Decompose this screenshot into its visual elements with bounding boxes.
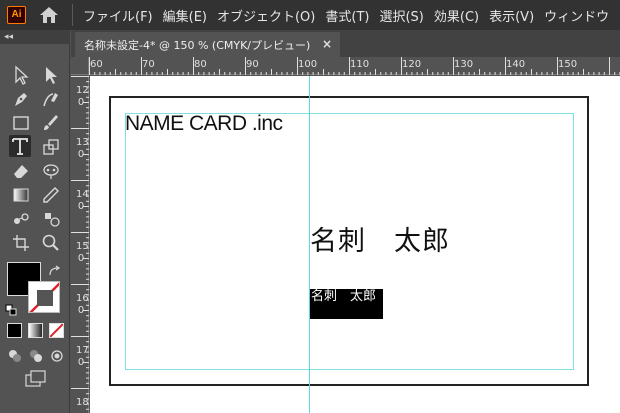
horizontal-ruler[interactable]: 60 70 80 90 100 110 120 130 140 150 (89, 57, 620, 75)
default-colors-icon[interactable] (5, 301, 17, 316)
ruler-label: 16 0 (76, 293, 89, 316)
document-tab[interactable]: 名称未設定-4* @ 150 % (CMYK/プレビュー) × (75, 32, 340, 57)
ruler-label: 12 0 (76, 85, 89, 108)
gradient-mode-button[interactable] (28, 323, 43, 338)
curvature-tool-icon[interactable] (40, 88, 62, 110)
ruler-origin[interactable] (71, 57, 89, 75)
ruler-label: 14 0 (76, 189, 89, 212)
type-tool-icon[interactable] (9, 135, 31, 157)
vertical-ruler[interactable]: 12 0 13 0 14 0 15 0 16 0 17 0 18 (71, 75, 89, 413)
ruler-label: 60 (90, 59, 103, 70)
tools-panel: ◂◂ (0, 30, 70, 413)
scale-tool-icon[interactable] (40, 136, 62, 158)
app-logo: Ai (7, 6, 26, 24)
ruler-label: 80 (194, 59, 207, 70)
draw-normal-icon[interactable] (7, 348, 23, 364)
document-tab-title: 名称未設定-4* @ 150 % (CMYK/プレビュー) (84, 38, 311, 52)
puppet-warp-tool-icon[interactable] (40, 160, 62, 182)
illustrator-window: Ai ファイル(F) 編集(E) オブジェクト(O) 書式(T) 選択(S) 効… (0, 0, 620, 413)
eraser-tool-icon[interactable] (10, 160, 32, 182)
selection-tool-icon[interactable] (10, 64, 32, 86)
direct-selection-tool-icon[interactable] (40, 64, 62, 86)
paintbrush-tool-icon[interactable] (40, 112, 62, 134)
name-small-text[interactable]: 名刺 太郎 (310, 289, 383, 319)
ruler-label: 17 0 (76, 345, 89, 368)
none-mode-button[interactable] (49, 323, 64, 338)
color-mode-button[interactable] (7, 323, 22, 338)
gradient-tool-icon[interactable] (10, 184, 32, 206)
menu-edit[interactable]: 編集(E) (163, 6, 207, 25)
menu-bar: Ai ファイル(F) 編集(E) オブジェクト(O) 書式(T) 選択(S) 効… (0, 0, 620, 30)
canvas[interactable]: NAME CARD .inc 名刺 太郎 名刺 太郎 (90, 76, 620, 413)
close-icon[interactable]: × (322, 37, 332, 51)
ruler-label: 70 (142, 59, 155, 70)
ruler-label: 18 (76, 397, 89, 408)
ruler-label: 15 0 (76, 241, 89, 264)
menu-items: ファイル(F) 編集(E) オブジェクト(O) 書式(T) 選択(S) 効果(C… (78, 0, 614, 30)
ruler-label: 140 (506, 59, 526, 70)
menu-window[interactable]: ウィンドウ (544, 6, 609, 25)
name-large-text[interactable]: 名刺 太郎 (310, 219, 450, 258)
screen-mode-icon[interactable] (25, 370, 47, 388)
ruler-label: 100 (298, 59, 318, 70)
menu-effect[interactable]: 効果(C) (434, 6, 479, 25)
artboard-tool-icon[interactable] (10, 232, 32, 254)
symbol-sprayer-tool-icon[interactable] (40, 208, 62, 230)
document-tab-bar: 名称未設定-4* @ 150 % (CMYK/プレビュー) × (71, 30, 620, 57)
ruler-label: 130 (454, 59, 474, 70)
ruler-label: 120 (402, 59, 422, 70)
stroke-swatch[interactable] (28, 281, 60, 313)
ruler-label: 13 0 (76, 137, 89, 160)
menu-select[interactable]: 選択(S) (379, 6, 423, 25)
draw-behind-icon[interactable] (28, 348, 44, 364)
blend-tool-icon[interactable] (10, 208, 32, 230)
pen-tool-icon[interactable] (10, 88, 32, 110)
eyedropper-tool-icon[interactable] (40, 184, 62, 206)
menu-object[interactable]: オブジェクト(O) (217, 6, 315, 25)
company-name-text[interactable]: NAME CARD .inc (125, 112, 283, 136)
home-icon[interactable] (39, 5, 59, 25)
menu-type[interactable]: 書式(T) (325, 6, 369, 25)
ruler-label: 110 (350, 59, 370, 70)
rectangle-tool-icon[interactable] (10, 112, 32, 134)
menu-file[interactable]: ファイル(F) (83, 6, 153, 25)
ruler-label: 150 (558, 59, 578, 70)
ruler-label: 90 (246, 59, 259, 70)
zoom-tool-icon[interactable] (40, 232, 62, 254)
panel-collapse-button[interactable]: ◂◂ (0, 30, 70, 44)
swap-fill-stroke-icon[interactable] (48, 262, 62, 276)
draw-inside-icon[interactable] (49, 348, 65, 364)
menu-view[interactable]: 表示(V) (489, 6, 534, 25)
menu-divider (72, 4, 73, 26)
